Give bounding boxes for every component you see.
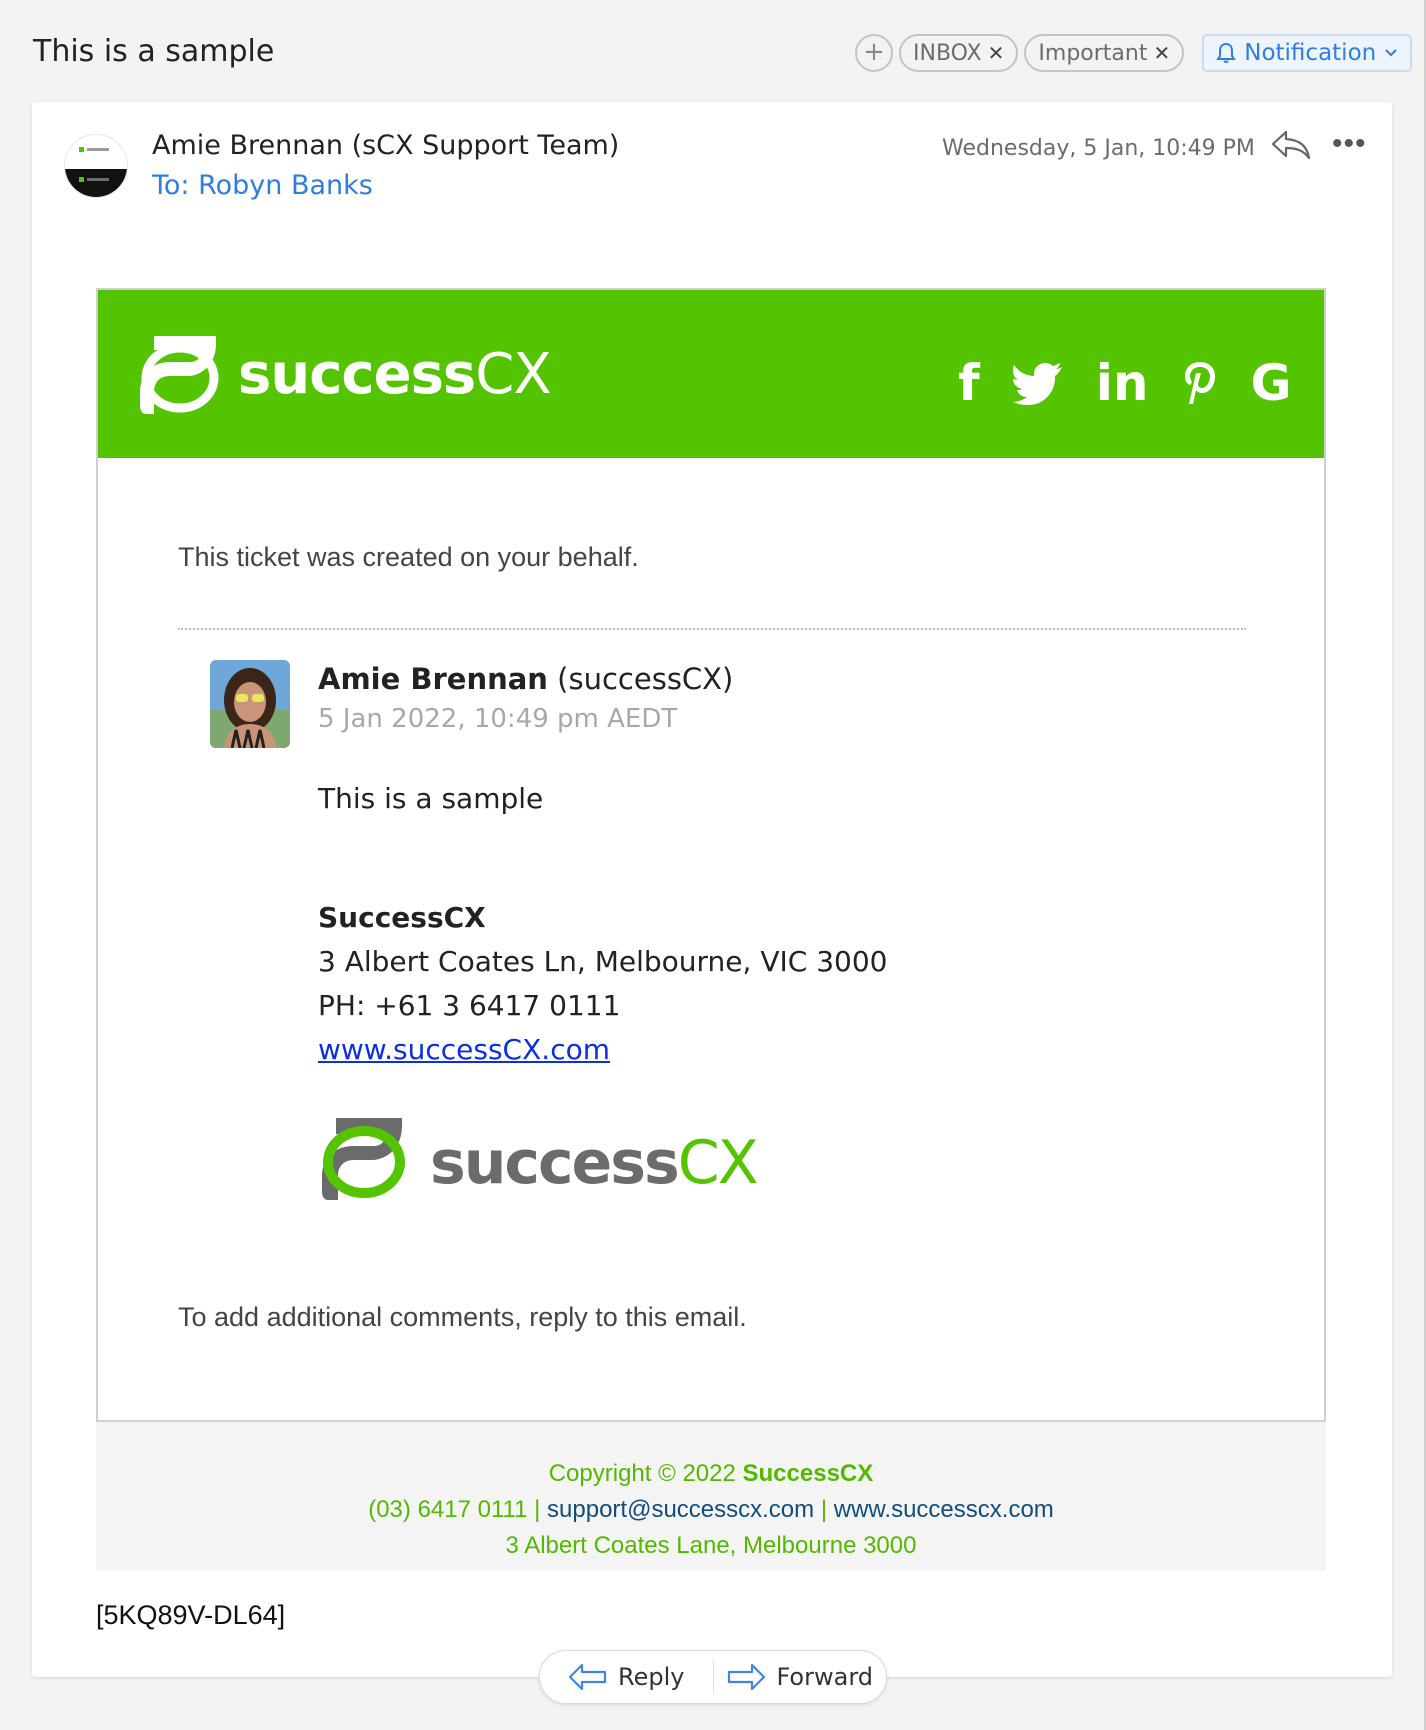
brand-name-suffix: CX [475, 342, 551, 407]
comment-body: This is a sample [318, 782, 544, 815]
dotted-divider [178, 628, 1246, 630]
linkedin-icon[interactable]: in [1096, 358, 1149, 408]
tag-row: + INBOX ✕ Important ✕ Notification [855, 34, 1413, 72]
sender-name[interactable]: Amie Brennan (sCX Support Team) [152, 130, 619, 161]
add-tag-button[interactable]: + [855, 34, 893, 72]
signature-phone: PH: +61 3 6417 0111 [318, 989, 621, 1022]
email-banner: successCX f in G [98, 290, 1324, 458]
reply-button[interactable]: Reply [540, 1651, 713, 1703]
message-card: Amie Brennan (sCX Support Team) To: Roby… [32, 102, 1392, 1677]
successcx-logo-icon [140, 336, 219, 414]
signature-logo-suffix: CX [677, 1128, 759, 1198]
bell-icon [1216, 42, 1237, 63]
more-options-icon[interactable]: ••• [1332, 129, 1367, 159]
remove-tag-icon[interactable]: ✕ [1153, 41, 1170, 65]
signature-logo-text: successCX [430, 1128, 759, 1198]
footer-copyright-prefix: Copyright © 2022 [548, 1460, 743, 1487]
brand-name: successCX [238, 342, 552, 407]
notification-dropdown[interactable]: Notification [1202, 34, 1413, 72]
reply-icon[interactable] [1270, 128, 1312, 162]
commenter-author: Amie Brennan [318, 662, 548, 696]
comment-date: 5 Jan 2022, 10:49 pm AEDT [318, 704, 678, 734]
remove-tag-icon[interactable]: ✕ [988, 41, 1005, 65]
message-subject: This is a sample [33, 34, 275, 69]
forward-label: Forward [776, 1663, 873, 1691]
social-links: f in G [958, 358, 1292, 408]
signature-website-link[interactable]: www.successCX.com [318, 1033, 610, 1066]
message-header-bar: This is a sample + INBOX ✕ Important ✕ N… [0, 0, 1426, 100]
reply-forward-bar: Reply Forward [539, 1650, 887, 1704]
email-body: successCX f in G This ticket was created… [96, 288, 1326, 1422]
forward-arrow-icon [728, 1663, 766, 1691]
chevron-down-icon [1385, 49, 1397, 57]
outro-text: To add additional comments, reply to thi… [178, 1302, 747, 1332]
signature-logo-icon [322, 1118, 405, 1200]
signature-company: SuccessCX [318, 901, 486, 934]
footer-website-link[interactable]: www.successcx.com [834, 1496, 1054, 1523]
signature-address: 3 Albert Coates Ln, Melbourne, VIC 3000 [318, 945, 888, 978]
commenter-name: Amie Brennan (successCX) [318, 662, 733, 696]
tag-inbox[interactable]: INBOX ✕ [899, 34, 1019, 72]
email-footer: Copyright © 2022 SuccessCX (03) 6417 011… [96, 1422, 1326, 1570]
footer-separator: | [527, 1496, 548, 1523]
twitter-icon[interactable] [1012, 361, 1064, 405]
footer-contact: (03) 6417 0111 | support@successcx.com |… [96, 1496, 1326, 1524]
message-date: Wednesday, 5 Jan, 10:49 PM [942, 136, 1255, 161]
footer-separator: | [814, 1496, 834, 1523]
tag-important[interactable]: Important ✕ [1024, 34, 1185, 72]
brand-name-main: success [238, 342, 476, 407]
footer-phone: (03) 6417 0111 [368, 1496, 528, 1523]
signature: SuccessCX 3 Albert Coates Ln, Melbourne,… [318, 896, 887, 1072]
facebook-icon[interactable]: f [958, 358, 980, 408]
footer-email-link[interactable]: support@successcx.com [547, 1496, 814, 1523]
successcx-avatar-image [65, 135, 127, 197]
commenter-avatar [210, 660, 290, 748]
signature-logo-main: success [430, 1128, 680, 1198]
ticket-id: [5KQ89V-DL64] [96, 1600, 286, 1630]
intro-text: This ticket was created on your behalf. [178, 542, 639, 572]
recipient[interactable]: To: Robyn Banks [152, 170, 373, 201]
commenter-org: (successCX) [547, 662, 734, 696]
footer-address: 3 Albert Coates Lane, Melbourne 3000 [505, 1532, 917, 1559]
google-icon[interactable]: G [1251, 358, 1292, 408]
pinterest-icon[interactable] [1181, 359, 1219, 407]
notification-label: Notification [1244, 40, 1377, 66]
reply-arrow-icon [568, 1663, 607, 1691]
tag-label: Important [1038, 40, 1148, 66]
reply-label: Reply [618, 1663, 685, 1691]
sender-avatar[interactable] [64, 134, 128, 198]
forward-button[interactable]: Forward [714, 1651, 887, 1703]
footer-copyright-company: SuccessCX [742, 1460, 874, 1487]
footer-copyright: Copyright © 2022 SuccessCX [96, 1460, 1326, 1488]
tag-label: INBOX [913, 40, 982, 66]
